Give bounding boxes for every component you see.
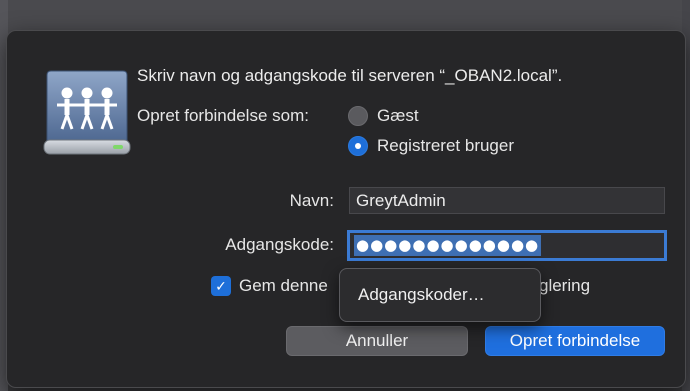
popup-item-passwords[interactable]: Adgangskoder…	[358, 285, 485, 305]
password-label: Adgangskode:	[225, 235, 334, 254]
name-field[interactable]: GreytAdmin	[349, 187, 665, 214]
password-field[interactable]: ●●●●●●●●●●●●●	[347, 230, 667, 261]
radio-guest-button[interactable]	[348, 106, 368, 126]
checkmark-icon[interactable]: ✓	[211, 276, 231, 296]
radio-registered-button[interactable]	[348, 136, 368, 156]
radio-registered-user[interactable]: Registreret bruger	[348, 136, 514, 156]
password-masked-value: ●●●●●●●●●●●●●	[354, 235, 542, 256]
name-label: Navn:	[289, 191, 334, 210]
radio-registered-label: Registreret bruger	[377, 136, 515, 155]
cancel-button[interactable]: Annuller	[286, 326, 468, 356]
shared-server-icon	[43, 67, 131, 163]
radio-guest[interactable]: Gæst	[348, 106, 419, 126]
remember-checkbox-label: Gem denne	[239, 276, 328, 295]
connect-as-label: Opret forbindelse som:	[137, 106, 309, 125]
connect-button[interactable]: Opret forbindelse	[485, 326, 665, 356]
remember-checkbox-label-tail: glering	[539, 276, 591, 295]
radio-guest-label: Gæst	[377, 106, 419, 125]
dialog-message: Skriv navn og adgangskode til serveren “…	[137, 66, 563, 85]
server-login-dialog: Skriv navn og adgangskode til serveren “…	[6, 30, 686, 388]
remember-password-checkbox[interactable]: ✓ Gem denne	[211, 276, 328, 296]
autofill-popup-menu: Adgangskoder…	[339, 268, 541, 322]
